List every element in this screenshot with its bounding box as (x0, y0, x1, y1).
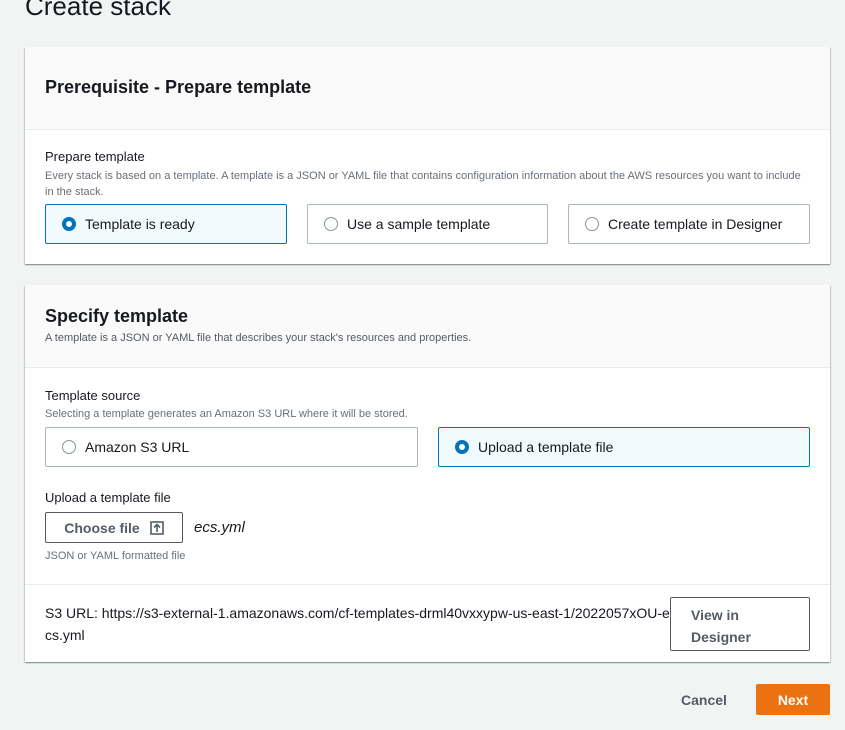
s3-url-text: S3 URL: https://s3-external-1.amazonaws.… (45, 605, 670, 643)
template-is-ready-option[interactable]: Template is ready (45, 204, 287, 244)
amazon-s3-url-option[interactable]: Amazon S3 URL (45, 427, 418, 467)
radio-unchecked-icon[interactable] (324, 217, 338, 231)
template-is-ready-label: Template is ready (85, 216, 195, 232)
specify-template-panel: Specify template A template is a JSON or… (25, 285, 830, 662)
create-template-in-designer-label: Create template in Designer (608, 216, 783, 232)
specify-template-heading: Specify template (45, 306, 189, 326)
choose-file-label: Choose file (64, 519, 140, 536)
template-source-description: Selecting a template generates an Amazon… (45, 408, 408, 420)
next-button[interactable]: Next (756, 684, 830, 715)
divider (25, 584, 830, 585)
radio-unchecked-icon[interactable] (585, 217, 599, 231)
file-format-hint: JSON or YAML formatted file (45, 550, 186, 562)
prepare-template-label: Prepare template (45, 149, 145, 164)
upload-template-file-option-label: Upload a template file (478, 439, 614, 455)
template-source-label: Template source (45, 388, 141, 403)
specify-template-panel-header: Specify template A template is a JSON or… (25, 285, 830, 368)
specify-template-description: A template is a JSON or YAML file that d… (45, 332, 472, 344)
amazon-s3-url-label: Amazon S3 URL (85, 439, 190, 455)
use-sample-template-label: Use a sample template (347, 216, 491, 232)
prerequisite-panel-header: Prerequisite - Prepare template (25, 47, 830, 130)
create-template-in-designer-option[interactable]: Create template in Designer (568, 204, 810, 244)
choose-file-button[interactable]: Choose file (45, 512, 183, 543)
use-sample-template-option[interactable]: Use a sample template (307, 204, 548, 244)
radio-checked-icon[interactable] (455, 440, 469, 454)
upload-template-file-label: Upload a template file (45, 490, 171, 505)
cancel-button[interactable]: Cancel (672, 684, 736, 715)
view-in-designer-label: View in Designer (691, 607, 751, 645)
prepare-template-description: Every stack is based on a template. A te… (45, 170, 801, 198)
selected-file-name: ecs.yml (194, 519, 245, 536)
prerequisite-panel: Prerequisite - Prepare template Prepare … (25, 47, 830, 264)
radio-unchecked-icon[interactable] (62, 440, 76, 454)
upload-template-file-option[interactable]: Upload a template file (438, 427, 810, 467)
upload-icon (149, 520, 164, 535)
page-title: Create stack (25, 0, 171, 21)
prerequisite-heading: Prerequisite - Prepare template (45, 77, 312, 97)
view-in-designer-button[interactable]: View in Designer (670, 597, 810, 651)
radio-checked-icon[interactable] (62, 217, 76, 231)
